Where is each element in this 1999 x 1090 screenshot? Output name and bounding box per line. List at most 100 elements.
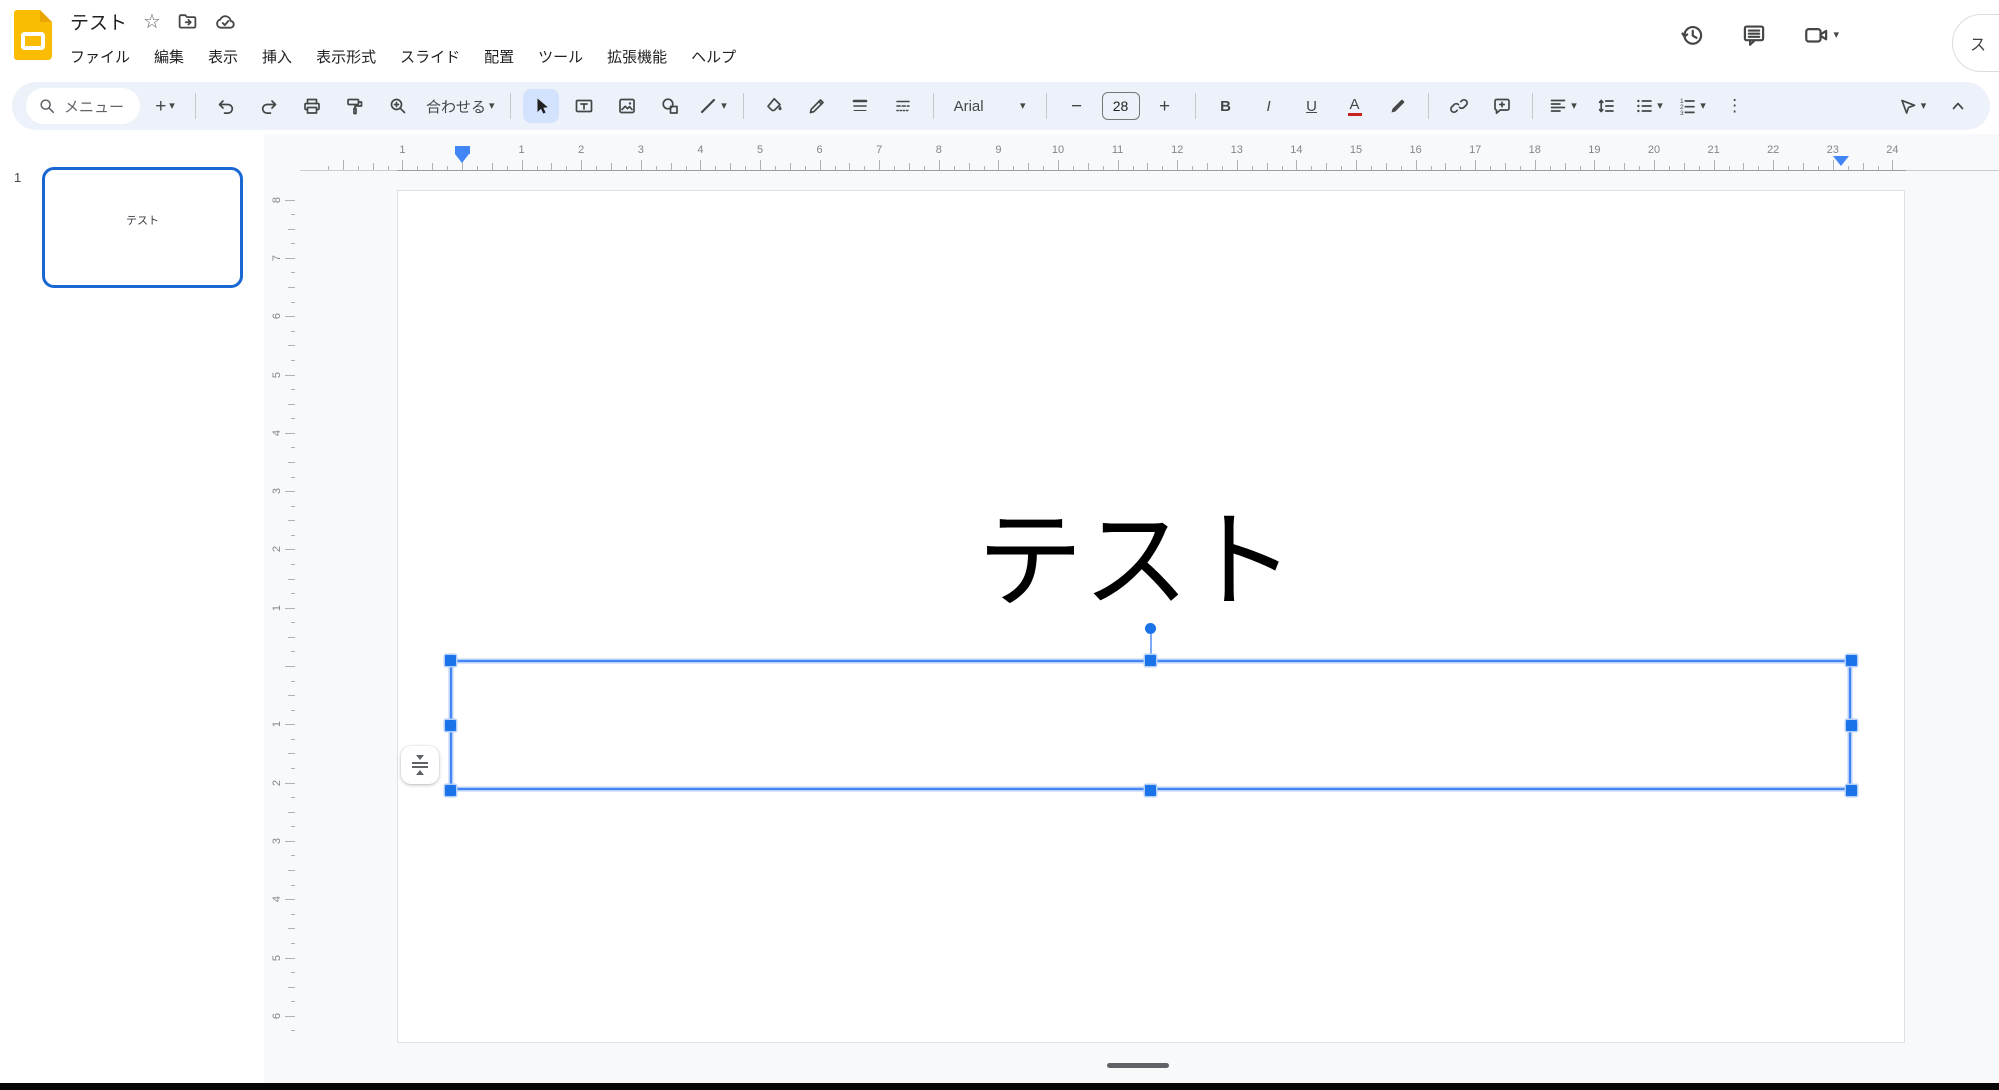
ruler-tick [285, 316, 295, 318]
handle-mid-left[interactable] [444, 719, 456, 731]
collapse-toolbar-button[interactable] [1940, 89, 1976, 123]
select-tool-button[interactable] [522, 89, 559, 123]
ruler-tick [1207, 163, 1208, 170]
left-indent-marker[interactable] [454, 146, 470, 163]
align-button[interactable]: ▾ [1545, 89, 1581, 123]
rotation-handle[interactable] [1145, 623, 1156, 634]
fit-zoom-select[interactable]: 合わせる ▾ [423, 89, 498, 123]
right-indent-marker[interactable] [1833, 156, 1849, 166]
ruler-tick [1698, 165, 1700, 170]
font-family-select[interactable]: Arial ▾ [946, 89, 1034, 123]
ruler-tick [551, 163, 553, 170]
ruler-tick [290, 534, 295, 536]
decrease-font-size-button[interactable]: − [1059, 89, 1095, 123]
document-title[interactable]: テスト [70, 8, 127, 35]
bold-button[interactable]: B [1208, 89, 1244, 123]
fill-color-button[interactable] [756, 89, 792, 123]
slideshow-button-clipped[interactable]: ス [1952, 14, 1999, 72]
ruler-tick [625, 165, 627, 170]
ruler-tick [342, 160, 344, 170]
ruler-tick [789, 163, 791, 170]
font-size-input[interactable]: 28 [1101, 92, 1140, 120]
history-icon[interactable] [1679, 22, 1705, 48]
italic-button[interactable]: I [1251, 89, 1287, 123]
slides-logo-icon[interactable] [14, 10, 52, 60]
ruler-tick [1862, 163, 1864, 170]
border-dash-button[interactable] [885, 89, 921, 123]
speaker-notes-resize-handle[interactable] [1107, 1063, 1169, 1068]
vertical-ruler[interactable]: 8 7 6 5 4 3 2 1 1 2 3 4 5 6 [264, 176, 300, 1056]
ruler-tick [290, 768, 295, 770]
ruler-label: 3 [271, 488, 283, 495]
ruler-tick [290, 913, 295, 915]
paint-format-button[interactable] [337, 89, 373, 123]
search-menus-button[interactable]: メニュー [26, 88, 141, 124]
handle-bottom-left[interactable] [444, 784, 456, 796]
ruler-label: 1 [399, 144, 406, 156]
menu-item-8[interactable]: 拡張機能 [595, 42, 679, 71]
insert-line-button[interactable]: ▾ [695, 89, 731, 123]
underline-button[interactable]: U [1294, 89, 1330, 123]
comments-icon[interactable] [1741, 22, 1767, 48]
handle-mid-right[interactable] [1845, 719, 1857, 731]
increase-font-size-button[interactable]: + [1147, 89, 1183, 123]
ruler-tick [1058, 160, 1059, 170]
numbered-list-button[interactable]: 1 2 3 ▾ [1674, 89, 1710, 123]
undo-button[interactable] [208, 89, 244, 123]
ruler-tick [327, 165, 329, 170]
ruler-tick [288, 287, 295, 289]
handle-bottom-right[interactable] [1845, 784, 1857, 796]
horizontal-ruler[interactable]: 1 1 2 3 4 5 6 7 8 9 10 11 12 13 14 15 16 17 18 19 20 21 22 23 24 [0, 140, 1999, 174]
border-color-button[interactable] [799, 89, 835, 123]
ruler-tick [290, 505, 295, 507]
menu-item-5[interactable]: スライド [388, 42, 472, 71]
highlighter-icon [1391, 99, 1404, 113]
add-comment-button[interactable] [1484, 89, 1520, 123]
insert-shape-button[interactable] [652, 89, 688, 123]
menu-item-7[interactable]: ツール [526, 42, 595, 71]
chevron-down-icon: ▾ [1920, 99, 1927, 112]
handle-top-right[interactable] [1845, 654, 1857, 666]
ruler-tick [640, 160, 642, 170]
ruler-tick [491, 163, 493, 170]
menu-item-1[interactable]: 編集 [142, 42, 196, 71]
menu-item-4[interactable]: 表示形式 [304, 42, 388, 71]
menu-item-2[interactable]: 表示 [196, 42, 250, 71]
ruler-tick [819, 160, 821, 170]
ruler-tick [285, 840, 295, 842]
redo-button[interactable] [251, 89, 287, 123]
move-folder-icon[interactable] [177, 11, 198, 32]
menu-item-6[interactable]: 配置 [472, 42, 526, 71]
slide-title-text[interactable]: テスト [977, 506, 1295, 619]
bulleted-list-button[interactable]: ▾ [1631, 89, 1667, 123]
meet-video-button[interactable]: ▾ [1803, 22, 1839, 48]
handle-top-left[interactable] [444, 654, 456, 666]
divider [1194, 93, 1196, 119]
menu-item-9[interactable]: ヘルプ [679, 42, 748, 71]
chevron-down-icon: ▾ [1020, 99, 1026, 112]
zoom-button[interactable] [380, 89, 416, 123]
text-color-button[interactable]: A [1337, 89, 1373, 123]
selection-box[interactable] [450, 660, 1851, 790]
insert-link-button[interactable] [1441, 89, 1477, 123]
insert-image-button[interactable] [609, 89, 645, 123]
pointer-mode-button[interactable]: ▾ [1894, 89, 1930, 123]
ruler-tick [611, 163, 612, 170]
menu-item-0[interactable]: ファイル [58, 42, 142, 71]
autofit-indicator-button[interactable] [401, 746, 439, 784]
more-options-button[interactable]: ⋮ [1717, 89, 1753, 123]
handle-top-center[interactable] [1145, 654, 1156, 666]
print-button[interactable] [294, 89, 330, 123]
handle-bottom-center[interactable] [1145, 784, 1156, 796]
highlight-color-button[interactable] [1380, 89, 1416, 123]
ruler-tick [290, 272, 295, 274]
slide-thumbnail-selected[interactable]: テスト [42, 167, 243, 288]
star-icon[interactable]: ☆ [143, 9, 161, 34]
text-box-button[interactable] [566, 89, 602, 123]
new-slide-button[interactable]: + ▾ [147, 89, 183, 123]
line-spacing-button[interactable] [1588, 89, 1624, 123]
cloud-saved-icon[interactable] [214, 11, 236, 33]
menu-item-3[interactable]: 挿入 [250, 42, 304, 71]
ruler-tick [1519, 165, 1521, 170]
border-weight-button[interactable] [842, 89, 878, 123]
